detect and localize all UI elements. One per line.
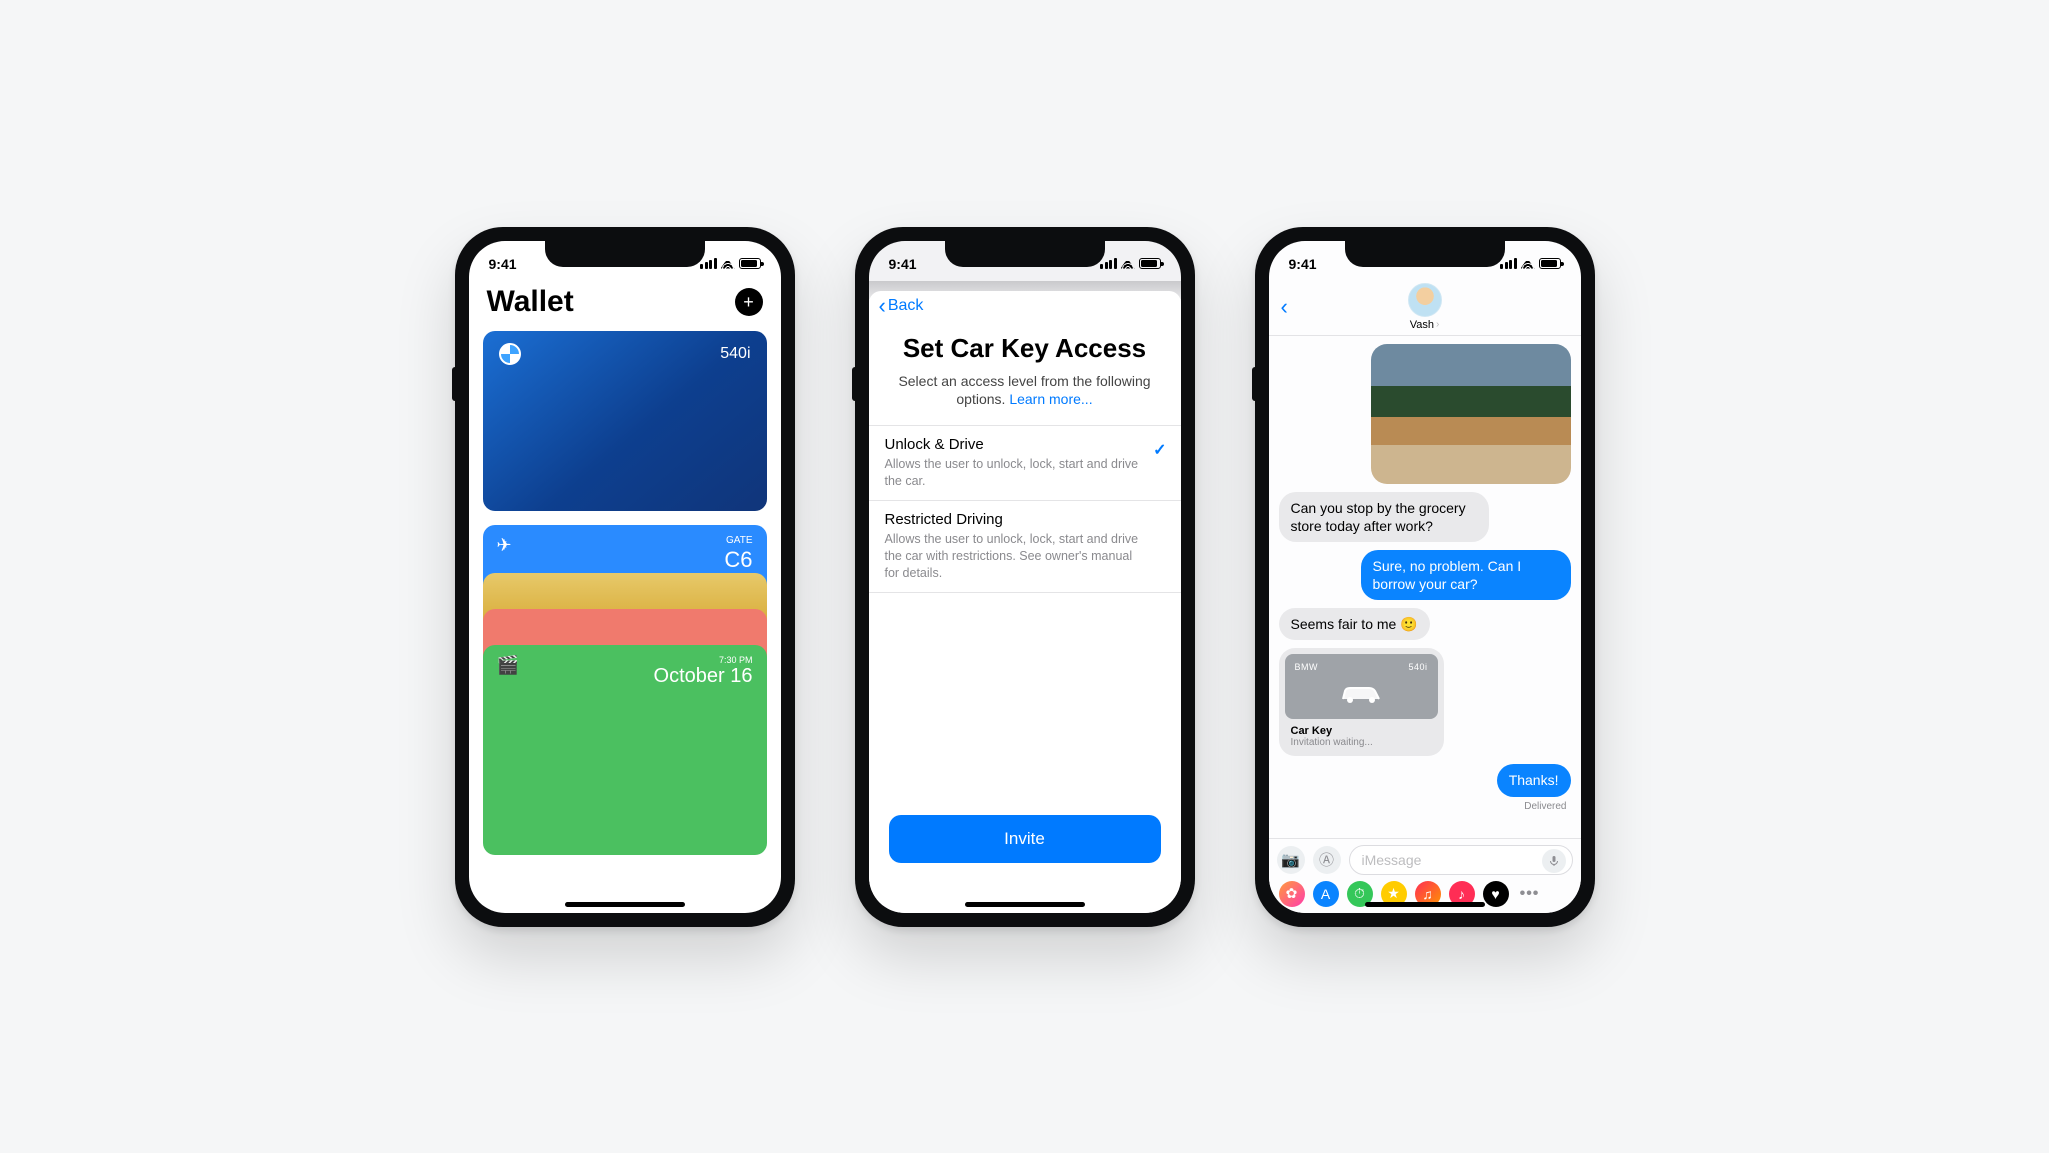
contact-info[interactable]: Vash ›: [1408, 283, 1442, 331]
avatar: [1408, 283, 1442, 317]
status-time: 9:41: [889, 256, 917, 272]
placeholder: iMessage: [1362, 852, 1422, 868]
panel-subtitle: Select an access level from the followin…: [869, 372, 1181, 426]
phone-wallet: 9:41 Wallet + 540i ✈: [455, 227, 795, 927]
page-title: Wallet: [487, 285, 574, 319]
event-ticket[interactable]: 🎬 7:30 PM October 16: [483, 645, 767, 855]
outgoing-message[interactable]: Sure, no problem. Can I borrow your car?: [1361, 550, 1571, 600]
chevron-right-icon: ›: [1436, 319, 1439, 330]
outgoing-message[interactable]: Thanks!: [1497, 764, 1571, 796]
checkmark-icon: ✓: [1153, 440, 1166, 460]
photo-message[interactable]: [1371, 344, 1571, 484]
home-indicator[interactable]: [965, 902, 1085, 907]
battery-icon: [1139, 258, 1161, 269]
carkey-status: Invitation waiting...: [1291, 737, 1432, 748]
chevron-left-icon: ‹: [879, 295, 886, 317]
add-card-button[interactable]: +: [735, 288, 763, 316]
imessage-app[interactable]: ✿: [1279, 881, 1305, 907]
status-time: 9:41: [489, 256, 517, 272]
incoming-message[interactable]: Seems fair to me 🙂: [1279, 608, 1430, 640]
event-date: October 16: [654, 665, 753, 688]
wifi-icon: [1121, 259, 1135, 269]
battery-icon: [739, 258, 761, 269]
learn-more-link[interactable]: Learn more...: [1009, 391, 1092, 407]
signal-icon: [700, 258, 717, 269]
home-indicator[interactable]: [1365, 902, 1485, 907]
carkey-attachment[interactable]: BMW 540i Car Key Invitation waiting..: [1279, 648, 1444, 756]
car-label: 540i: [720, 345, 750, 363]
signal-icon: [1100, 258, 1117, 269]
back-button[interactable]: ‹: [1281, 294, 1288, 320]
wifi-icon: [721, 259, 735, 269]
carkey-brand: BMW: [1295, 662, 1319, 672]
imessage-app[interactable]: ♥: [1483, 881, 1509, 907]
carkey-model: 540i: [1408, 662, 1427, 672]
incoming-message[interactable]: Can you stop by the grocery store today …: [1279, 492, 1489, 542]
bmw-logo-icon: [499, 343, 521, 365]
carkey-title: Car Key: [1291, 725, 1432, 737]
dictate-button[interactable]: [1542, 849, 1566, 873]
delivered-label: Delivered: [1524, 801, 1570, 812]
contact-name: Vash: [1410, 319, 1434, 331]
gate-label: GATE: [724, 535, 752, 547]
phone-messages: 9:41 ‹ Vash › Can you stop by the grocer…: [1255, 227, 1595, 927]
option-title: Unlock & Drive: [885, 436, 1165, 453]
camera-button[interactable]: 📷: [1277, 846, 1305, 874]
more-apps-button[interactable]: •••: [1517, 881, 1543, 907]
imessage-app[interactable]: A: [1313, 881, 1339, 907]
battery-icon: [1539, 258, 1561, 269]
notch: [945, 241, 1105, 267]
car-key-card[interactable]: 540i: [483, 331, 767, 511]
option-unlock-drive[interactable]: Unlock & Drive Allows the user to unlock…: [869, 426, 1181, 501]
event-time: 7:30 PM: [654, 655, 753, 665]
back-label: Back: [888, 297, 924, 315]
panel-title: Set Car Key Access: [869, 327, 1181, 372]
invite-button[interactable]: Invite: [889, 815, 1161, 863]
notch: [1345, 241, 1505, 267]
message-thread[interactable]: Can you stop by the grocery store today …: [1269, 336, 1581, 838]
signal-icon: [1500, 258, 1517, 269]
appstore-button[interactable]: Ⓐ: [1313, 846, 1341, 874]
phone-carkey-access: 9:41 ‹ Back Set Car Key Access Select an…: [855, 227, 1195, 927]
video-icon: 🎬: [497, 655, 519, 676]
thread-header: ‹ Vash ›: [1269, 281, 1581, 336]
option-title: Restricted Driving: [885, 511, 1165, 528]
car-icon: [1339, 676, 1383, 713]
home-indicator[interactable]: [565, 902, 685, 907]
back-button[interactable]: ‹ Back: [869, 291, 1181, 327]
option-desc: Allows the user to unlock, lock, start a…: [885, 531, 1165, 582]
gate-value: C6: [724, 547, 752, 573]
notch: [545, 241, 705, 267]
wifi-icon: [1521, 259, 1535, 269]
option-desc: Allows the user to unlock, lock, start a…: [885, 456, 1165, 490]
option-restricted[interactable]: Restricted Driving Allows the user to un…: [869, 501, 1181, 593]
status-time: 9:41: [1289, 256, 1317, 272]
plane-icon: ✈: [497, 535, 512, 556]
message-input[interactable]: iMessage: [1349, 845, 1573, 875]
